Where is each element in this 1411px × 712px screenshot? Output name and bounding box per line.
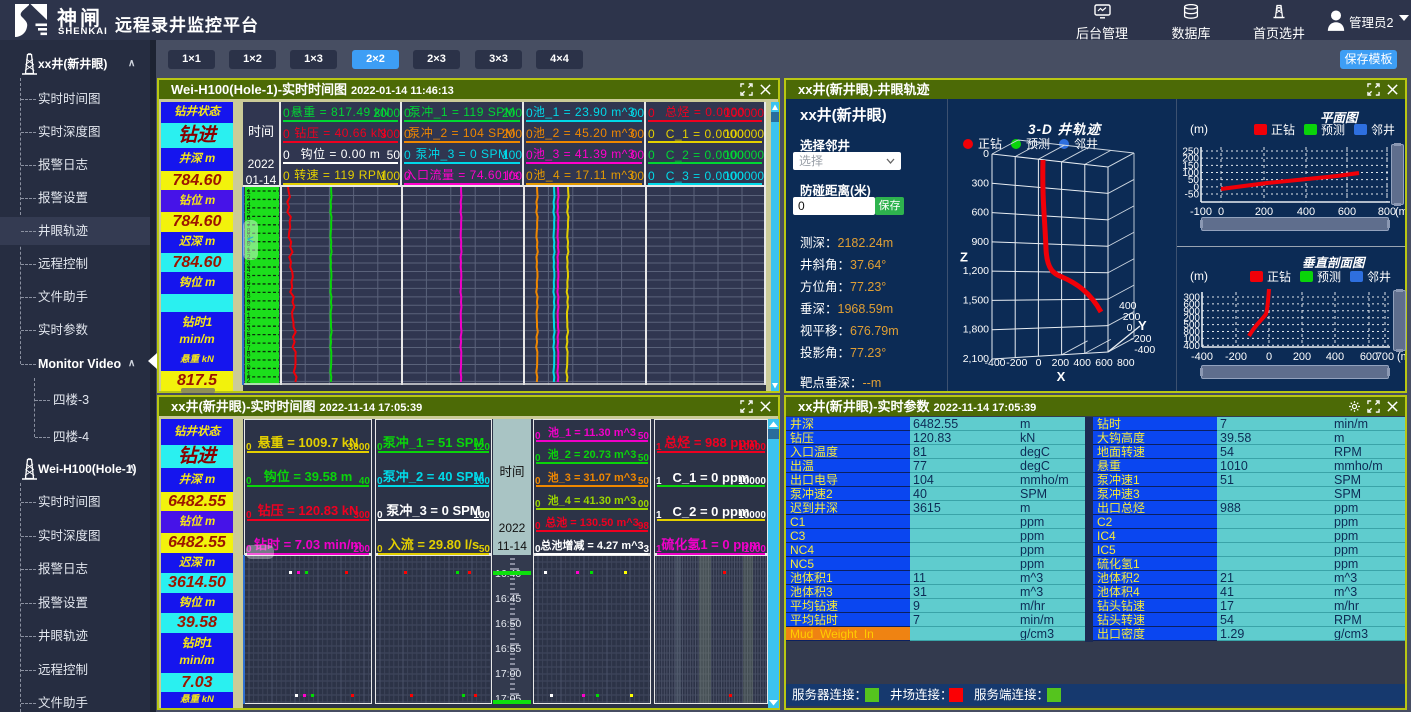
- svg-text:16:55: 16:55: [495, 643, 521, 655]
- svg-text:-200: -200: [1006, 357, 1027, 369]
- svg-text:400: 400: [1326, 351, 1344, 363]
- svg-text:1,800: 1,800: [963, 324, 989, 336]
- svg-text:X: X: [1057, 369, 1066, 384]
- svg-text:-200: -200: [1225, 351, 1247, 363]
- svg-text:1,500: 1,500: [963, 294, 989, 306]
- svg-text:700: 700: [1376, 351, 1394, 363]
- svg-text:17:00: 17:00: [495, 668, 521, 680]
- svg-text:200: 200: [1293, 351, 1311, 363]
- svg-text:1,200: 1,200: [963, 265, 989, 277]
- svg-text:-400: -400: [984, 357, 1005, 369]
- svg-text:Z: Z: [960, 250, 968, 265]
- svg-text:400: 400: [1073, 357, 1091, 369]
- svg-text:(m): (m): [1397, 351, 1405, 363]
- svg-text:16:50: 16:50: [495, 618, 521, 630]
- svg-text:0: 0: [983, 148, 989, 160]
- svg-text:900: 900: [971, 236, 989, 248]
- svg-text:-400: -400: [1134, 344, 1155, 356]
- svg-text:Y: Y: [1138, 318, 1147, 333]
- svg-text:(m): (m): [1395, 206, 1405, 218]
- svg-text:正钻: 正钻: [978, 136, 1002, 151]
- svg-text:600: 600: [1095, 357, 1113, 369]
- svg-text:600: 600: [971, 207, 989, 219]
- svg-text:16:45: 16:45: [495, 593, 521, 605]
- svg-text:-50: -50: [1185, 190, 1200, 201]
- svg-text:300: 300: [971, 177, 989, 189]
- svg-text:0: 0: [1266, 351, 1272, 363]
- svg-text:0: 0: [1036, 357, 1042, 369]
- svg-text:200: 200: [1052, 357, 1070, 369]
- svg-text:-400: -400: [1191, 351, 1213, 363]
- svg-text:800: 800: [1117, 357, 1135, 369]
